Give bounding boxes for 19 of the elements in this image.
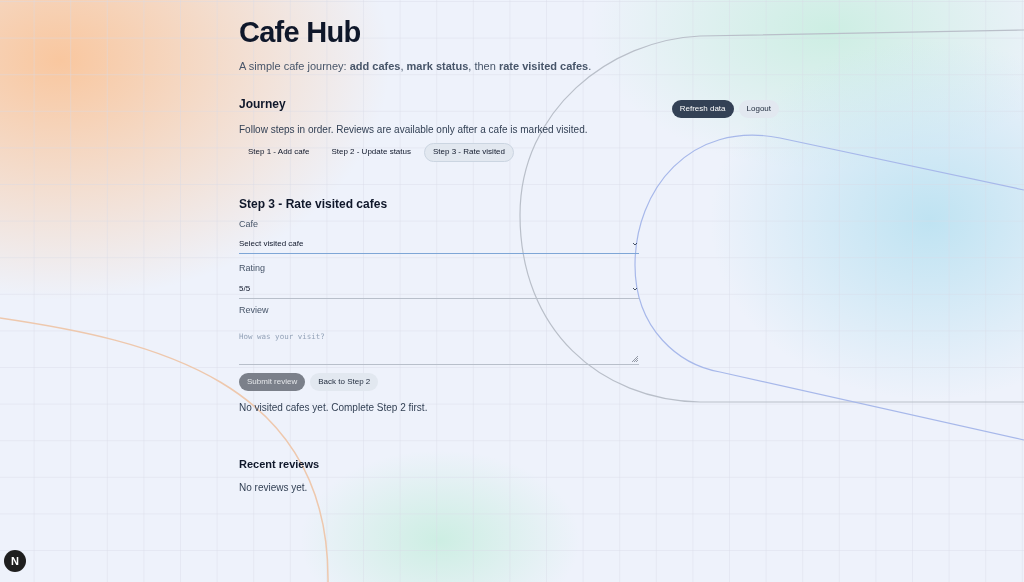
page-subtitle: A simple cafe journey: add cafes, mark status, then rate visited cafes. — [239, 59, 592, 74]
status-message: No visited cafes yet. Complete Step 2 first. — [239, 401, 428, 415]
step-tab[interactable]: Step 1 - Add cafe — [239, 142, 319, 162]
chevron-icon — [632, 241, 638, 247]
select-field[interactable]: Select visited cafe — [239, 235, 639, 254]
field-label: Rating — [239, 262, 265, 275]
field-label: Review — [239, 303, 269, 317]
resize-handle-icon[interactable] — [632, 356, 638, 362]
step-tab[interactable]: Step 2 - Update status — [322, 142, 420, 162]
form-heading: Step 3 - Rate visited cafes — [239, 195, 388, 213]
field-label: Cafe — [239, 217, 258, 231]
select-field[interactable]: 5/5 — [239, 279, 639, 299]
section-heading: Recent reviews — [239, 457, 320, 472]
back-button[interactable]: Back to Step 2 — [310, 373, 379, 391]
journey-hint: Follow steps in order. Reviews are available only after a cafe is marked visited. — [239, 122, 588, 137]
empty-message: No reviews yet. — [239, 480, 308, 495]
chevron-icon — [632, 285, 638, 292]
section-heading: Journey — [239, 95, 286, 113]
page-title: Cafe Hub — [239, 15, 361, 50]
